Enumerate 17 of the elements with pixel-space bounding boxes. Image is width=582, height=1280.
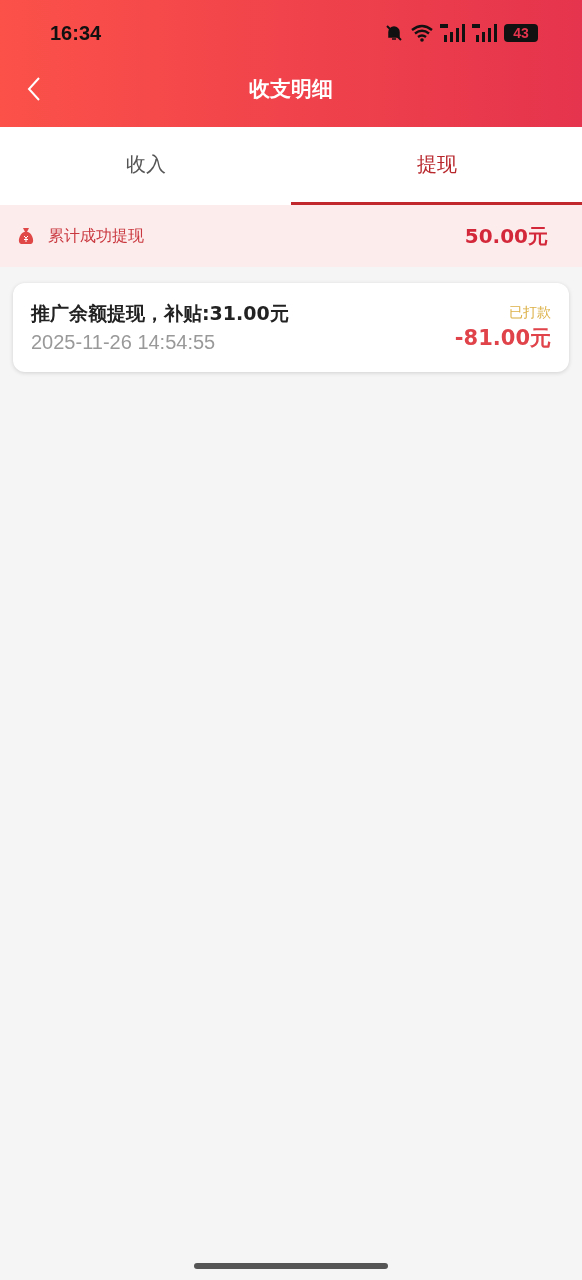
page-title: 收支明细 — [249, 76, 333, 103]
signal-icon — [472, 23, 498, 43]
record-time: 2025-11-26 14:54:55 — [31, 331, 217, 354]
record-amount: -81.00元 — [454, 324, 551, 352]
summary-amount: 50.00元 — [464, 222, 548, 250]
muted-bell-icon — [384, 23, 404, 43]
tab[interactable]: 收入 — [0, 127, 291, 205]
back-icon[interactable] — [27, 76, 41, 102]
summary-label: 累计成功提现 — [48, 225, 145, 247]
wifi-icon — [410, 24, 434, 42]
battery-level: 43 — [504, 24, 538, 42]
record-title: 推广余额提现，补贴:31.00元 — [31, 301, 289, 326]
record-status: 已打款 — [509, 303, 551, 322]
record-card[interactable]: 推广余额提现，补贴:31.00元 2025-11-26 14:54:55 已打款 -81.00元 — [13, 283, 569, 372]
status-time: 16:34 — [50, 21, 102, 45]
money-bag-icon — [16, 226, 36, 246]
signal-icon — [440, 23, 466, 43]
